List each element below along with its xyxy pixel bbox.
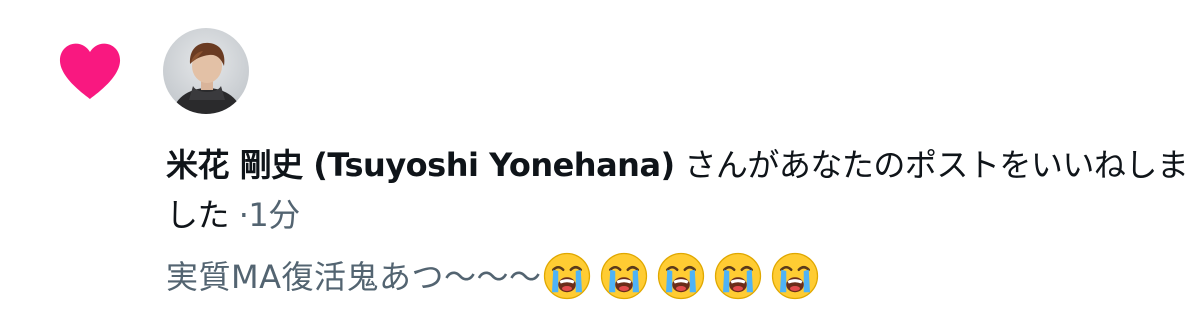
timestamp: 1分 <box>248 196 300 234</box>
like-notification[interactable]: 米花 剛史 (Tsuyoshi Yonehana) さんがあなたのポストをいいね… <box>0 0 1200 327</box>
loudly-crying-face-emoji <box>714 252 761 300</box>
loudly-crying-face-emoji <box>771 252 818 300</box>
heart-icon <box>59 43 121 99</box>
loudly-crying-face-emoji <box>600 252 647 300</box>
separator-dot: · <box>238 196 249 234</box>
loudly-crying-face-emoji <box>657 252 704 300</box>
post-preview-text: 実質MA復活鬼あつ〜〜〜 <box>166 258 542 296</box>
loudly-crying-face-emoji <box>543 252 590 300</box>
post-preview[interactable]: 実質MA復活鬼あつ〜〜〜 <box>166 252 1196 305</box>
user-avatar[interactable] <box>163 28 249 114</box>
actor-name-link[interactable]: 米花 剛史 (Tsuyoshi Yonehana) <box>166 146 675 184</box>
notification-message: 米花 剛史 (Tsuyoshi Yonehana) さんがあなたのポストをいいね… <box>166 140 1196 240</box>
emoji-row <box>542 252 827 305</box>
